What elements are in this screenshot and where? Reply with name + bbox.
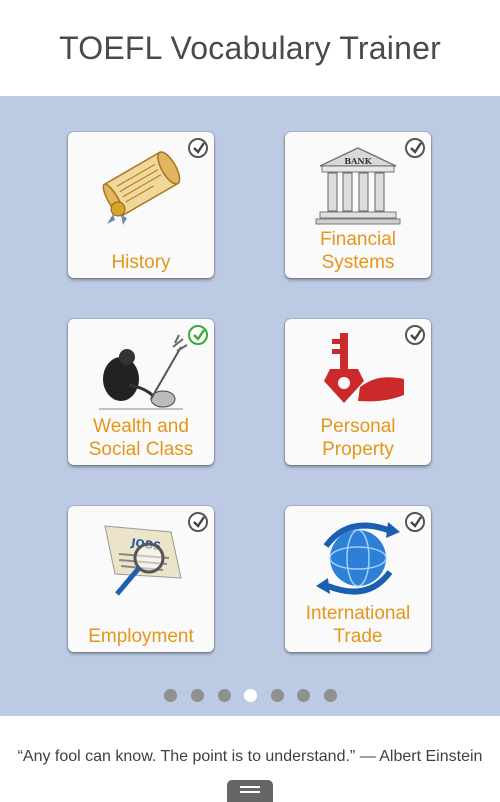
svg-text:BANK: BANK bbox=[344, 156, 372, 166]
topic-card-history[interactable]: History bbox=[68, 132, 214, 278]
topic-card-personal-property[interactable]: Personal Property bbox=[285, 319, 431, 465]
page-dot[interactable] bbox=[324, 689, 337, 702]
topics-panel: History BANK Financial Systems Wealth an… bbox=[0, 96, 500, 716]
jobs-newspaper-icon: JOBS bbox=[104, 525, 182, 596]
topic-label: Employment bbox=[88, 626, 194, 647]
page-dot[interactable] bbox=[297, 689, 310, 702]
page-dot[interactable] bbox=[191, 689, 204, 702]
scroll-icon bbox=[102, 151, 181, 225]
topic-label: Financial Systems bbox=[319, 229, 397, 273]
menu-handle-button[interactable] bbox=[227, 780, 273, 802]
topic-card-wealth-and-social-class[interactable]: Wealth and Social Class bbox=[68, 319, 214, 465]
topic-label: History bbox=[111, 252, 171, 273]
completion-check-icon bbox=[405, 512, 425, 532]
page-dot-active[interactable] bbox=[244, 689, 257, 702]
quote-text: “Any fool can know. The point is to unde… bbox=[17, 748, 483, 765]
key-hand-icon bbox=[324, 333, 404, 403]
topic-label: Wealth and Social Class bbox=[88, 416, 194, 460]
app-title: TOEFL Vocabulary Trainer bbox=[59, 29, 441, 66]
app-header: TOEFL Vocabulary Trainer bbox=[0, 0, 500, 96]
page-dot[interactable] bbox=[218, 689, 231, 702]
topic-card-international-trade[interactable]: International Trade bbox=[285, 506, 431, 652]
topic-card-financial-systems[interactable]: BANK Financial Systems bbox=[285, 132, 431, 278]
page-dot[interactable] bbox=[271, 689, 284, 702]
topic-card-employment[interactable]: JOBS Employment bbox=[68, 506, 214, 652]
completion-check-icon bbox=[188, 325, 208, 345]
completion-check-icon bbox=[188, 512, 208, 532]
completion-check-icon bbox=[188, 138, 208, 158]
menu-line bbox=[240, 786, 260, 788]
menu-line bbox=[240, 791, 260, 793]
bank-icon: BANK bbox=[315, 147, 401, 225]
wealth-icon bbox=[99, 334, 188, 410]
completion-check-icon bbox=[405, 138, 425, 158]
topic-label: International Trade bbox=[305, 603, 411, 647]
page-indicator bbox=[0, 689, 500, 703]
page-dot[interactable] bbox=[164, 689, 177, 702]
completion-check-icon bbox=[405, 325, 425, 345]
topic-label: Personal Property bbox=[320, 416, 396, 460]
globe-arrows-icon bbox=[316, 522, 400, 595]
